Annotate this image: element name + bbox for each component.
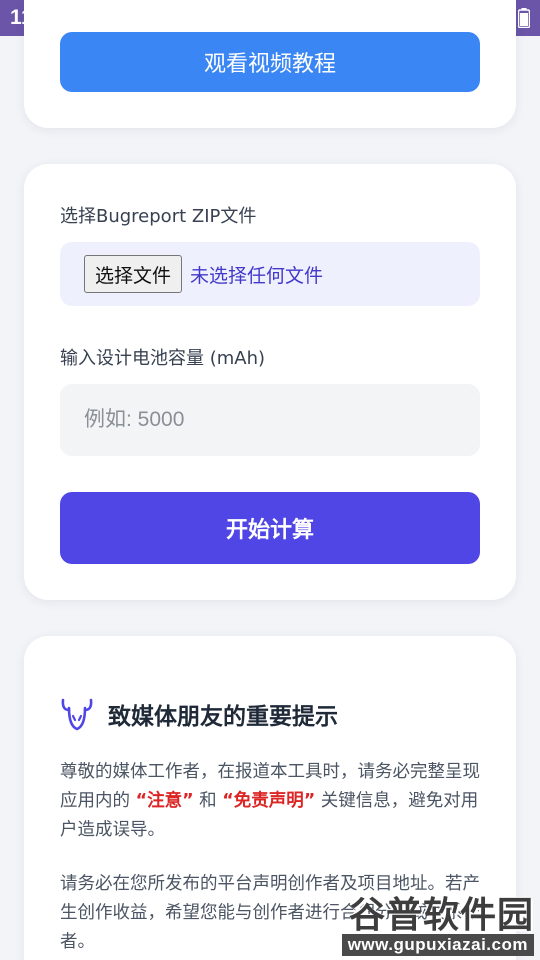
watermark-url: www.gupuxiazai.com [341, 934, 534, 956]
watch-video-tutorial-button[interactable]: 观看视频教程 [60, 32, 480, 92]
file-status-text: 未选择任何文件 [190, 264, 324, 287]
bull-head-icon [61, 698, 93, 731]
highlight-disclaimer: “免责声明” [222, 791, 316, 811]
site-watermark: 谷普软件园 www.gupuxiazai.com [298, 886, 534, 956]
battery-icon [518, 8, 530, 28]
watermark-title: 谷普软件园 [348, 895, 534, 936]
tutorial-card: 观看视频教程 [24, 0, 516, 128]
zip-file-label: 选择Bugreport ZIP文件 [60, 206, 257, 227]
choose-file-button[interactable]: 选择文件 [84, 255, 183, 293]
battery-capacity-input[interactable] [60, 384, 480, 456]
notice-paragraph-1: 尊敬的媒体工作者，在报道本工具时，请务必完整呈现应用内的 “注意” 和 “免责声… [60, 758, 484, 845]
notice-text: 和 [193, 791, 223, 811]
start-calculation-button[interactable]: 开始计算 [60, 492, 480, 564]
highlight-notice: “注意” [135, 791, 194, 811]
battery-capacity-label: 输入设计电池容量 (mAh) [60, 348, 266, 369]
notice-title: 致媒体朋友的重要提示 [108, 704, 338, 730]
calculator-form-card: 选择Bugreport ZIP文件 选择文件 未选择任何文件 输入设计电池容量 … [24, 164, 516, 600]
zip-file-picker: 选择文件 未选择任何文件 [60, 242, 480, 306]
notice-header: 致媒体朋友的重要提示 [60, 696, 338, 732]
